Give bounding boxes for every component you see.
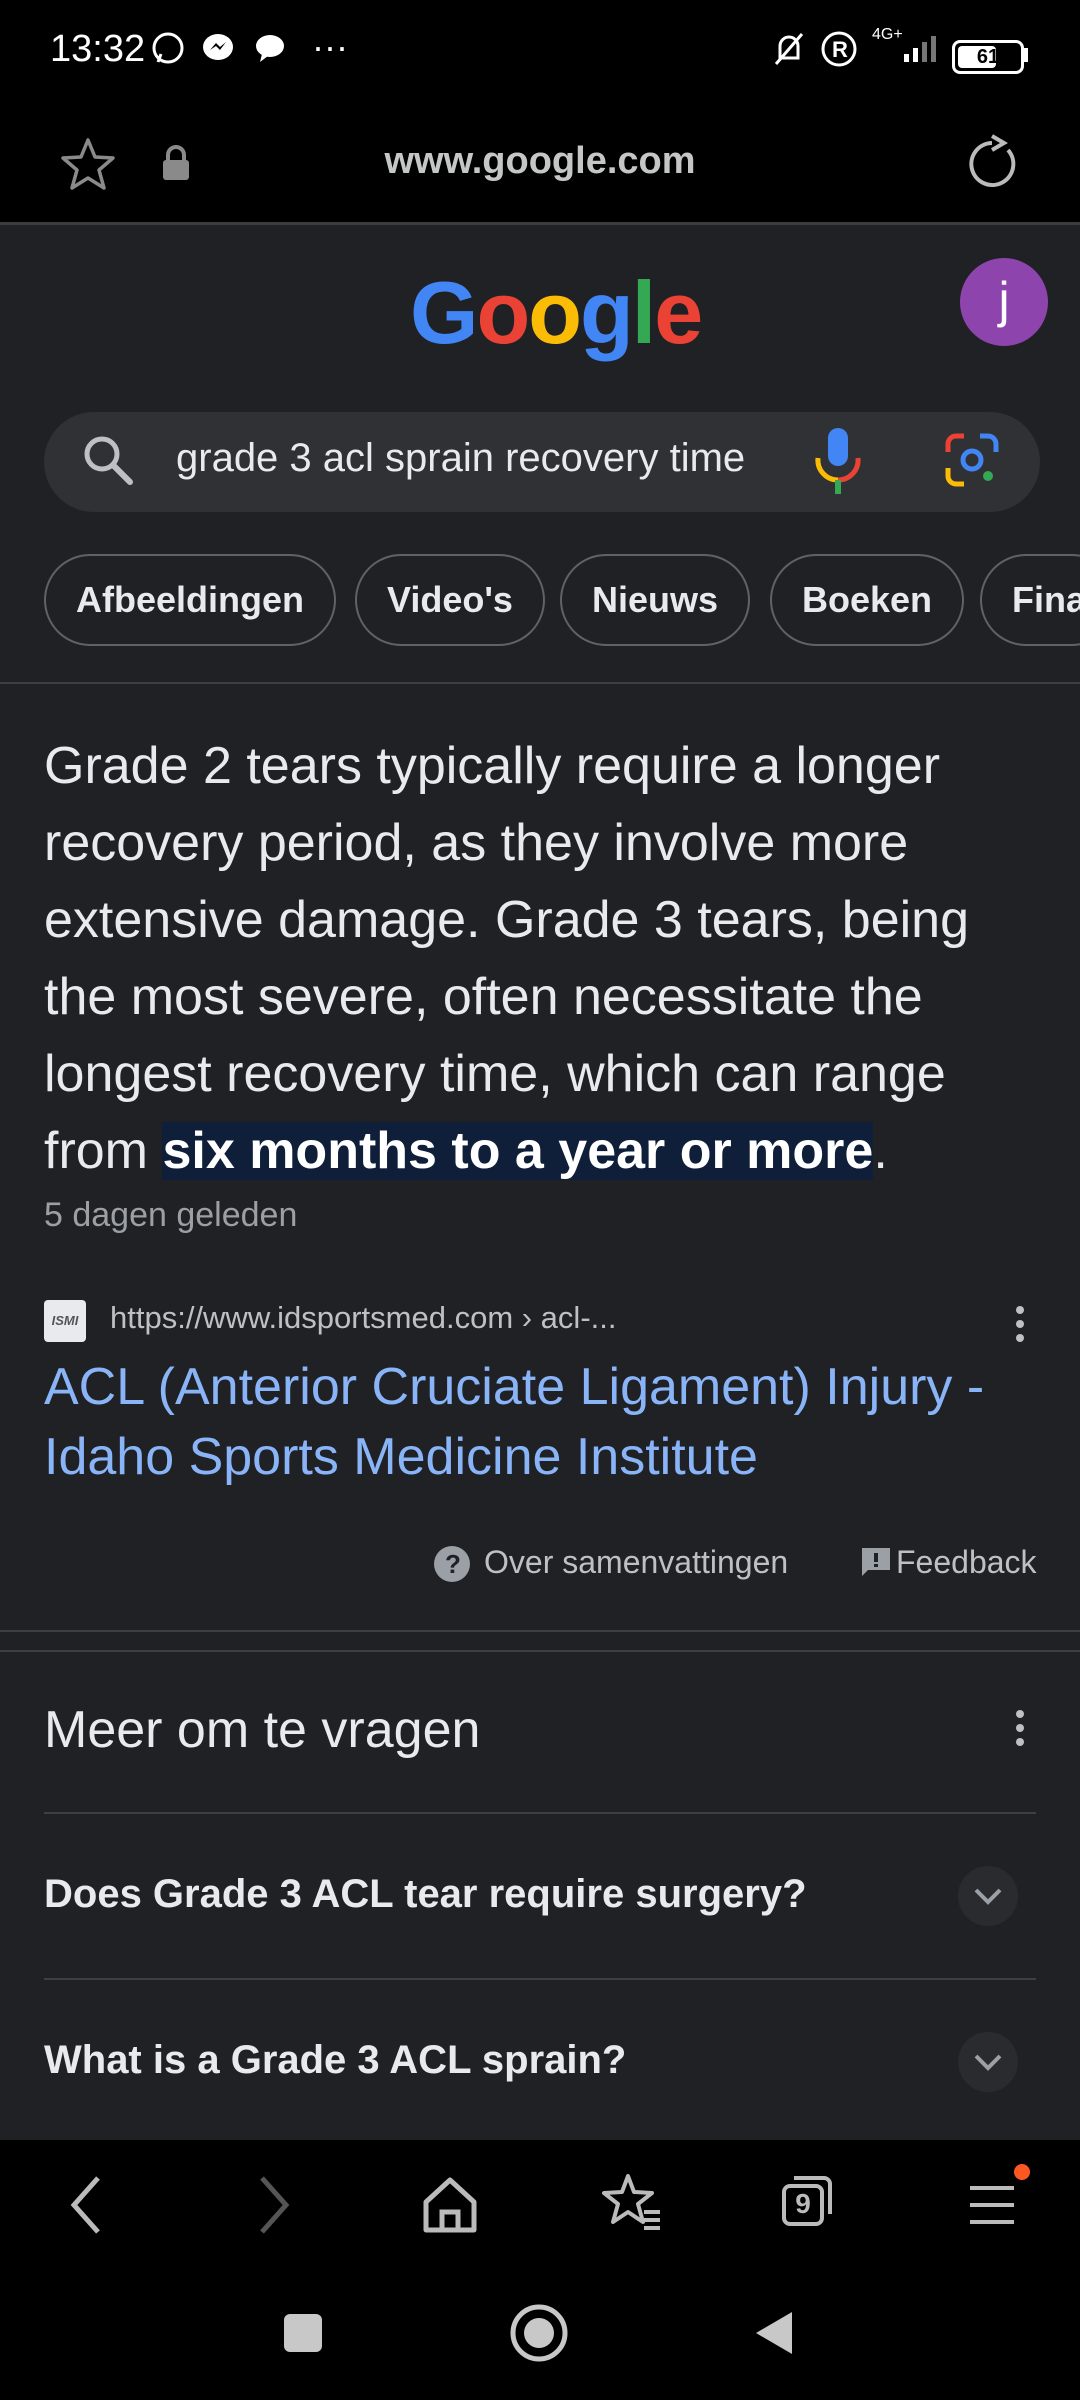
account-avatar[interactable]: j — [960, 258, 1048, 346]
chips-divider — [0, 682, 1080, 684]
snippet-date: 5 dagen geleden — [44, 1196, 298, 1234]
paa-expand[interactable] — [958, 2032, 1018, 2092]
logo-letter-l: l — [631, 263, 656, 362]
chip-finance[interactable]: Fina — [980, 554, 1080, 646]
featured-snippet-text: Grade 2 tears typically require a longer… — [44, 728, 1044, 1190]
logo-letter-g2: g — [579, 263, 634, 362]
snippet-text-end: . — [873, 1122, 888, 1180]
voice-search-icon[interactable] — [810, 424, 866, 500]
chip-videos[interactable]: Video's — [355, 554, 545, 646]
reload-icon[interactable] — [962, 134, 1022, 194]
mute-icon — [774, 33, 804, 65]
chip-news[interactable]: Nieuws — [560, 554, 751, 646]
signal-icon — [904, 36, 936, 62]
search-input[interactable]: grade 3 acl sprain recovery time — [176, 436, 771, 481]
back-icon[interactable] — [62, 2172, 112, 2238]
chip-images[interactable]: Afbeeldingen — [44, 554, 337, 646]
logo-letter-o2: o — [528, 263, 582, 362]
paa-question[interactable]: What is a Grade 3 ACL sprain? — [44, 2038, 626, 2083]
recents-button[interactable] — [284, 2314, 322, 2352]
chevron-down-icon — [974, 1888, 1002, 1905]
logo-letter-o1: o — [476, 263, 530, 362]
snippet-highlight: six months to a year or more — [162, 1122, 874, 1180]
help-icon: ? — [434, 1546, 470, 1582]
battery-icon: 61 — [952, 40, 1024, 74]
battery-tip — [1024, 48, 1028, 62]
paa-divider — [44, 1978, 1036, 1980]
people-also-ask-title: Meer om te vragen — [44, 1701, 481, 1759]
feedback-icon — [862, 1548, 890, 1576]
section-divider — [0, 1650, 1080, 1652]
logo-letter-g: G — [410, 263, 478, 362]
tabs-count: 9 — [795, 2188, 811, 2219]
svg-text:?: ? — [445, 1549, 461, 1579]
more-options-icon[interactable] — [1008, 1302, 1032, 1346]
home-button[interactable] — [508, 2302, 570, 2364]
feedback-link[interactable]: Feedback — [896, 1544, 1037, 1581]
source-title-link[interactable]: ACL (Anterior Cruciate Ligament) Injury … — [44, 1352, 1054, 1492]
browser-toolbar: 9 — [0, 2140, 1080, 2270]
paa-question[interactable]: Does Grade 3 ACL tear require surgery? — [44, 1872, 807, 1917]
battery-level: 61 — [976, 46, 1000, 68]
search-icon — [84, 436, 133, 485]
source-url[interactable]: https://www.idsportsmed.com › acl-... — [110, 1300, 616, 1336]
chip-books[interactable]: Boeken — [770, 554, 965, 646]
status-more: ··· — [312, 26, 348, 67]
whatsapp-icon — [152, 32, 184, 64]
paa-more-options-icon[interactable] — [1008, 1706, 1032, 1750]
address-bar[interactable]: www.google.com — [0, 110, 1080, 225]
logo-letter-e: e — [654, 263, 703, 362]
status-time: 13:32 — [50, 28, 146, 70]
tabs-button[interactable]: 9 — [780, 2174, 834, 2228]
notification-dot — [1014, 2164, 1030, 2180]
back-button[interactable] — [752, 2308, 796, 2358]
menu-icon[interactable] — [964, 2180, 1020, 2230]
chevron-down-icon — [974, 2054, 1002, 2071]
forward-icon[interactable] — [248, 2172, 298, 2238]
status-bar: 13:32 ··· R 4G+ 61 — [0, 0, 1080, 110]
about-snippets-link[interactable]: Over samenvattingen — [484, 1544, 788, 1581]
google-lens-icon[interactable] — [942, 430, 1002, 490]
registered-icon: R — [821, 31, 857, 67]
svg-text:R: R — [832, 37, 848, 62]
snippet-text: Grade 2 tears typically require a longer… — [44, 737, 970, 1180]
network-type: 4G+ — [872, 26, 903, 43]
paa-divider — [44, 1812, 1036, 1814]
system-navigation-bar — [0, 2270, 1080, 2400]
url-text[interactable]: www.google.com — [0, 140, 1080, 183]
section-divider — [0, 1630, 1080, 1632]
chat-icon — [256, 35, 284, 62]
bookmarks-icon[interactable] — [598, 2170, 664, 2236]
home-icon[interactable] — [420, 2172, 480, 2238]
google-logo[interactable]: Google — [410, 262, 703, 364]
messenger-icon — [203, 34, 233, 60]
source-favicon: ISMI — [44, 1300, 86, 1342]
paa-expand[interactable] — [958, 1866, 1018, 1926]
